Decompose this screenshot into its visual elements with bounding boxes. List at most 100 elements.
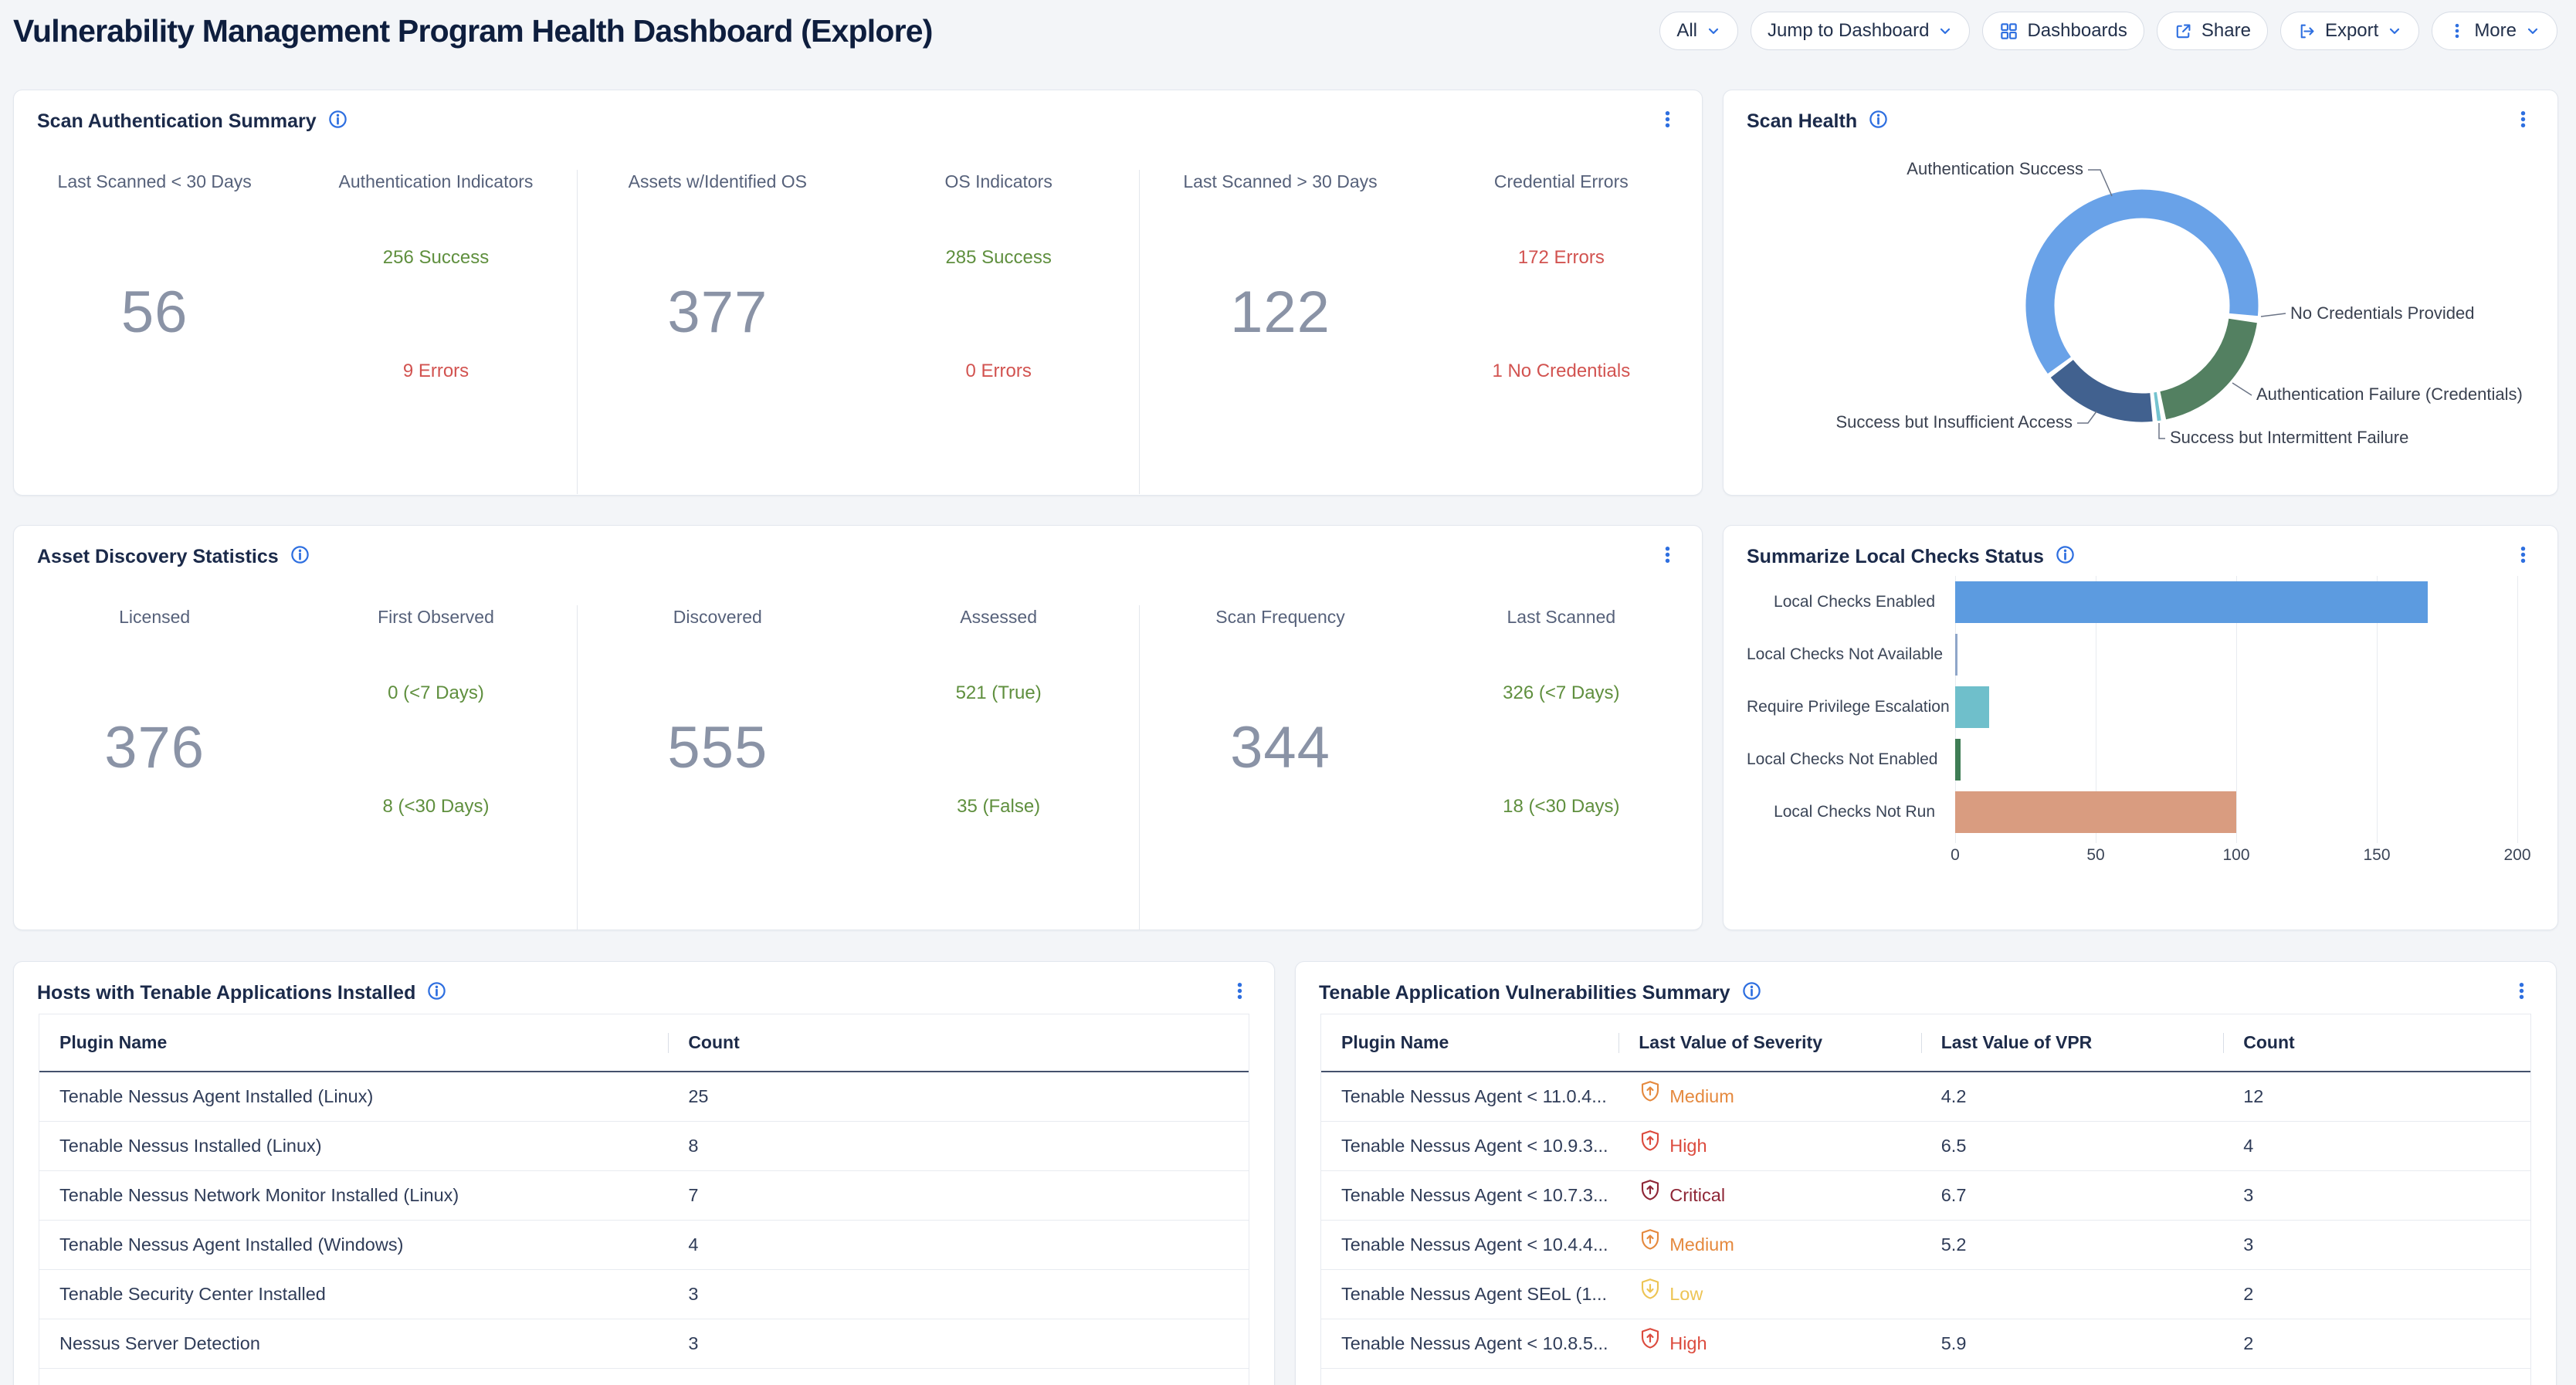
bar-category-label: Local Checks Not Available	[1747, 628, 1946, 681]
more-button[interactable]: More	[2432, 12, 2557, 50]
donut-slice[interactable]	[2062, 369, 2151, 408]
severity-label: Low	[1669, 1270, 1703, 1319]
severity-label: Medium	[1669, 1221, 1734, 1269]
bar-track	[1955, 786, 2517, 838]
table-column-header: Count	[2223, 1014, 2530, 1071]
dashboards-label: Dashboards	[2027, 20, 2127, 42]
jump-to-dashboard-label: Jump to Dashboard	[1768, 20, 1929, 42]
axis-tick-label: 200	[2503, 846, 2530, 865]
stat-column-header: Last Scanned	[1421, 605, 1702, 628]
count-cell: 25	[668, 1072, 1249, 1121]
severity-cell: Medium	[1618, 1072, 1921, 1121]
panel-menu-kebab-icon[interactable]	[2512, 108, 2534, 134]
stat-top-value: 326 (<7 Days)	[1421, 682, 1702, 704]
plugin-name-cell: Tenable Nessus Agent Installed (Linux)	[39, 1072, 668, 1121]
stat-column: OS Indicators285 Success0 Errors	[858, 170, 1139, 494]
plugin-name-cell: Tenable Nessus Agent < 10.4.4...	[1321, 1221, 1618, 1269]
panel-menu-kebab-icon[interactable]	[1229, 980, 1251, 1006]
vpr-cell: 6.7	[1921, 1171, 2224, 1220]
bar[interactable]	[1955, 581, 2428, 623]
count-cell: 3	[2223, 1221, 2530, 1269]
export-icon	[2297, 22, 2317, 41]
top-bar: Vulnerability Management Program Health …	[13, 11, 2557, 51]
vulnerabilities-table: Plugin NameLast Value of SeverityLast Va…	[1320, 1014, 2531, 1385]
panel-header: Summarize Local Checks Status	[1724, 526, 2557, 568]
stat-column: Licensed376	[14, 605, 295, 930]
count-cell: 3	[668, 1270, 1249, 1319]
stat-column-header: OS Indicators	[858, 170, 1139, 193]
panel-hosts-with-tenable-applications: Hosts with Tenable Applications Installe…	[13, 961, 1275, 1385]
panel-menu-kebab-icon[interactable]	[2510, 980, 2533, 1006]
severity-cell: Critical	[1618, 1171, 1921, 1220]
export-button[interactable]: Export	[2280, 12, 2419, 50]
share-button[interactable]: Share	[2157, 12, 2268, 50]
chevron-down-icon	[1937, 23, 1953, 39]
dashboards-button[interactable]: Dashboards	[1982, 12, 2144, 50]
bar[interactable]	[1955, 791, 2236, 833]
jump-to-dashboard-button[interactable]: Jump to Dashboard	[1751, 12, 1970, 50]
plugin-name-cell: Tenable Nessus Agent Installed (Windows)	[39, 1221, 668, 1269]
stat-column: Scan Frequency344	[1139, 605, 1420, 930]
stat-column: Assets w/Identified OS377	[577, 170, 858, 494]
more-label: More	[2474, 20, 2517, 42]
plugin-name-cell: Tenable Nessus Agent < 11.0.4...	[1321, 1072, 1618, 1121]
plugin-name-cell: Nessus Server Detection	[39, 1319, 668, 1368]
donut-slice[interactable]	[2156, 406, 2159, 407]
info-icon[interactable]	[426, 980, 447, 1005]
stat-big-number: 122	[1140, 279, 1420, 346]
table-row: Tenable Nessus Agent < 10.7.3... Critica…	[1321, 1170, 2530, 1220]
info-icon[interactable]	[290, 544, 310, 569]
panel-header: Scan Authentication Summary	[14, 90, 1702, 133]
page-title: Vulnerability Management Program Health …	[13, 13, 933, 49]
table-row: Tenable Nessus Agent < 10.9.3... High6.5…	[1321, 1121, 2530, 1170]
panel-scan-health: Scan Health Authentication SuccessNo Cre…	[1723, 90, 2558, 496]
table-row: Tenable Security Center Installed3	[39, 1269, 1249, 1319]
panel-menu-kebab-icon[interactable]	[1656, 544, 1679, 570]
bar-row: Local Checks Not Enabled	[1747, 733, 2519, 786]
count-cell: 7	[668, 1171, 1249, 1220]
donut-slice[interactable]	[2163, 321, 2242, 406]
severity-shield-icon	[1639, 1122, 1662, 1170]
dashboards-grid-icon	[1999, 22, 2018, 41]
donut-callout-line	[2077, 411, 2096, 423]
table-row: Tenable Nessus Agent < 10.4.4... Medium5…	[1321, 1220, 2530, 1269]
donut-slice[interactable]	[2040, 204, 2244, 365]
all-filter-label: All	[1676, 20, 1697, 42]
panel-title: Summarize Local Checks Status	[1747, 546, 2044, 568]
info-icon[interactable]	[1741, 980, 1762, 1005]
bar[interactable]	[1955, 634, 1957, 676]
table-row: Nessus Server Detection3	[39, 1319, 1249, 1368]
stat-column-header: Assessed	[858, 605, 1139, 628]
donut-slice-label: Authentication Success	[1907, 159, 2083, 178]
vpr-cell: 6.5	[1921, 1122, 2224, 1170]
stat-column-header: Discovered	[578, 605, 858, 628]
stat-top-value: 256 Success	[295, 247, 576, 269]
share-icon	[2174, 22, 2193, 41]
panel-title: Hosts with Tenable Applications Installe…	[37, 982, 415, 1004]
info-icon[interactable]	[1868, 109, 1889, 134]
table-column-header: Last Value of Severity	[1618, 1014, 1921, 1071]
stat-column-header: Assets w/Identified OS	[578, 170, 858, 193]
bar-row: Local Checks Not Available	[1747, 628, 2519, 681]
severity-label: Medium	[1669, 1072, 1734, 1121]
panel-menu-kebab-icon[interactable]	[2512, 544, 2534, 570]
stat-column-header: Authentication Indicators	[295, 170, 576, 193]
bar[interactable]	[1955, 686, 1989, 728]
panel-menu-kebab-icon[interactable]	[1656, 108, 1679, 134]
bar-track	[1955, 681, 2517, 733]
table-row: Tenable Nessus Agent < 11.0.4... Medium 4…	[1321, 1072, 2530, 1121]
axis-tick-label: 100	[2222, 846, 2249, 865]
info-icon[interactable]	[327, 109, 348, 134]
stat-top-value: 285 Success	[858, 247, 1139, 269]
all-filter-button[interactable]: All	[1659, 12, 1738, 50]
table-row: Tenable Nessus Installed (Linux)8	[39, 1121, 1249, 1170]
bar[interactable]	[1955, 739, 1961, 781]
info-icon[interactable]	[2055, 544, 2076, 569]
stat-bottom-value: 18 (<30 Days)	[1421, 796, 1702, 818]
count-cell: 2	[2223, 1319, 2530, 1368]
stat-bottom-value: 1 No Credentials	[1421, 361, 1702, 382]
stat-big-number: 555	[578, 715, 858, 781]
donut-slice-label: Authentication Failure (Credentials)	[2256, 384, 2523, 404]
vpr-cell: 4.2	[1921, 1072, 2224, 1121]
panel-header: Scan Health	[1724, 90, 2557, 133]
